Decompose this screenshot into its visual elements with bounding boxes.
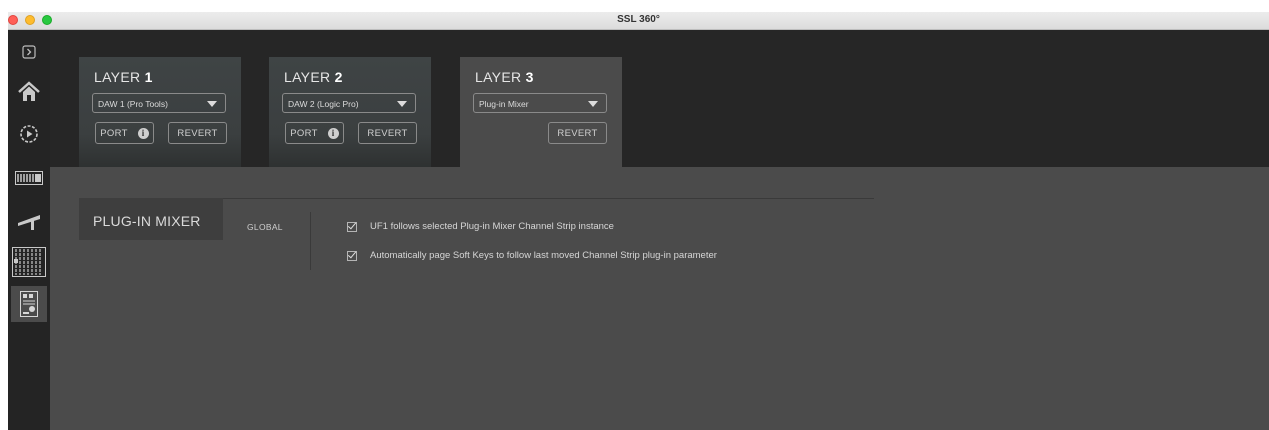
dropdown-arrow-icon xyxy=(207,101,217,107)
layer-1-port-button[interactable]: PORT i xyxy=(95,122,154,144)
expand-icon xyxy=(22,45,36,59)
sidebar-channel-strip-button[interactable] xyxy=(11,244,47,280)
layer-3-title: LAYER 3 xyxy=(475,69,534,85)
sidebar-play-button[interactable] xyxy=(11,116,47,152)
option-uf1-follows-label: UF1 follows selected Plug-in Mixer Chann… xyxy=(370,221,614,232)
sidebar-console-button[interactable] xyxy=(11,160,47,196)
layer-1-tab[interactable]: LAYER 1 DAW 1 (Pro Tools) PORT i REVERT xyxy=(79,57,241,167)
layer-3-daw-dropdown[interactable]: Plug-in Mixer xyxy=(473,93,607,113)
global-section-label: GLOBAL xyxy=(247,222,283,232)
sidebar-fader-button[interactable] xyxy=(11,202,47,238)
layer-2-port-button[interactable]: PORT i xyxy=(285,122,344,144)
app-window: SSL 360° LAYER 1 DAW 1 (Pro Tools) PORT … xyxy=(8,12,1269,430)
port-label: PORT xyxy=(100,127,128,139)
revert-label: REVERT xyxy=(367,127,408,139)
option-auto-page-soft-keys-label: Automatically page Soft Keys to follow l… xyxy=(370,250,717,261)
layer-3-revert-button[interactable]: REVERT xyxy=(548,122,607,144)
fader-icon xyxy=(18,215,40,230)
checkbox-auto-page-soft-keys[interactable] xyxy=(347,250,357,261)
sidebar xyxy=(8,30,50,430)
sidebar-home-button[interactable] xyxy=(11,74,47,110)
option-uf1-follows[interactable]: UF1 follows selected Plug-in Mixer Chann… xyxy=(347,221,614,232)
home-icon xyxy=(18,81,40,101)
layer-1-daw-value: DAW 1 (Pro Tools) xyxy=(98,99,168,109)
layer-3-daw-value: Plug-in Mixer xyxy=(479,99,529,109)
layer-2-tab[interactable]: LAYER 2 DAW 2 (Logic Pro) PORT i REVERT xyxy=(269,57,431,167)
dropdown-arrow-icon xyxy=(397,101,407,107)
dropdown-arrow-icon xyxy=(588,101,598,107)
option-auto-page-soft-keys[interactable]: Automatically page Soft Keys to follow l… xyxy=(347,250,717,261)
title-bar: SSL 360° xyxy=(8,12,1269,30)
uf1-icon xyxy=(20,291,38,317)
plugin-mixer-tab[interactable]: PLUG-IN MIXER xyxy=(79,198,223,240)
layer-2-revert-button[interactable]: REVERT xyxy=(358,122,417,144)
plugin-mixer-title: PLUG-IN MIXER xyxy=(93,213,201,229)
revert-label: REVERT xyxy=(177,127,218,139)
checkbox-uf1-follows[interactable] xyxy=(347,221,357,232)
layer-2-title: LAYER 2 xyxy=(284,69,343,85)
play-icon xyxy=(20,125,38,143)
sidebar-expand-button[interactable] xyxy=(11,34,47,70)
layer-1-revert-button[interactable]: REVERT xyxy=(168,122,227,144)
channel-strip-icon xyxy=(12,247,46,277)
layer-1-title: LAYER 1 xyxy=(94,69,153,85)
info-icon[interactable]: i xyxy=(137,127,149,139)
revert-label: REVERT xyxy=(557,127,598,139)
info-icon[interactable]: i xyxy=(327,127,339,139)
sidebar-uf1-button[interactable] xyxy=(11,286,47,322)
layer-2-daw-value: DAW 2 (Logic Pro) xyxy=(288,99,359,109)
layer-1-daw-dropdown[interactable]: DAW 1 (Pro Tools) xyxy=(92,93,226,113)
console-icon xyxy=(15,171,43,185)
port-label: PORT xyxy=(290,127,318,139)
window-title: SSL 360° xyxy=(617,14,660,25)
section-divider xyxy=(223,198,874,199)
layer-3-tab[interactable]: LAYER 3 Plug-in Mixer REVERT xyxy=(460,57,622,167)
vertical-divider xyxy=(310,212,311,270)
layer-2-daw-dropdown[interactable]: DAW 2 (Logic Pro) xyxy=(282,93,416,113)
